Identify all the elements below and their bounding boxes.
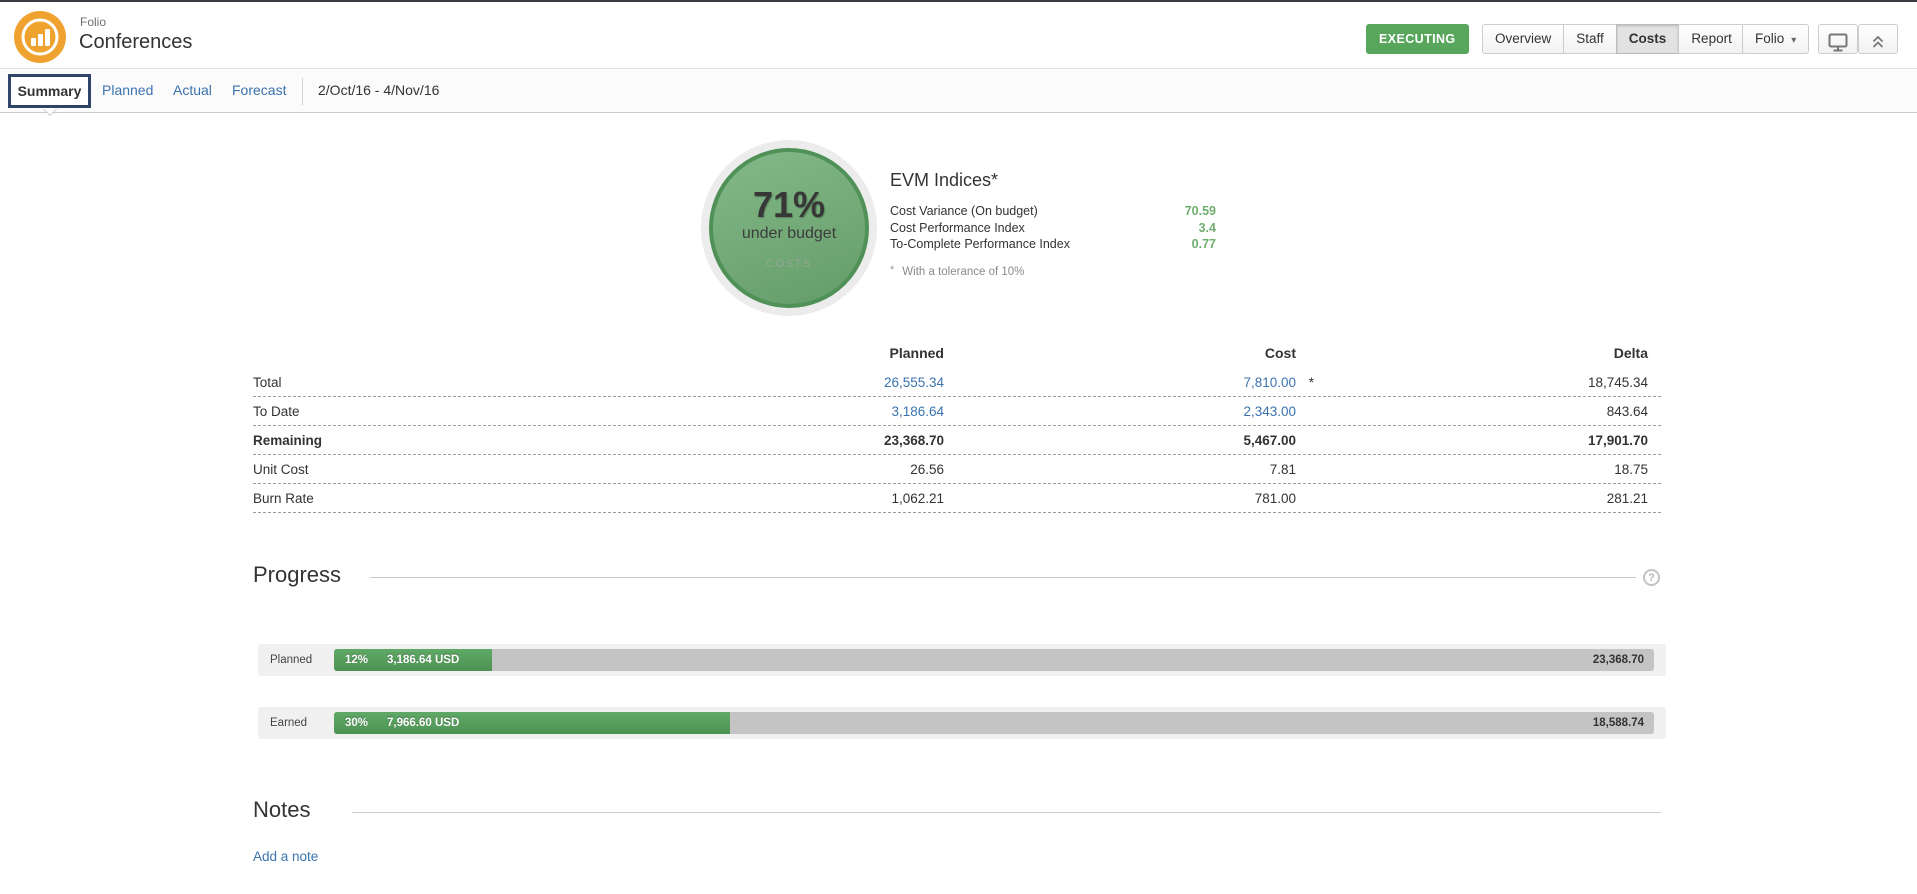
evm-value: 0.77	[1192, 236, 1216, 253]
burnrate-cost: 781.00	[1255, 484, 1296, 513]
evm-value: 70.59	[1185, 203, 1216, 220]
row-label: Unit Cost	[253, 455, 309, 484]
nav-button-costs[interactable]: Costs	[1616, 24, 1680, 54]
caret-down-icon: ▾	[1791, 35, 1796, 46]
header-icon-button-group	[1818, 24, 1898, 54]
costs-gauge-inner: 71% under budget COSTS	[709, 148, 869, 308]
subnav-divider	[302, 78, 303, 105]
evm-value: 3.4	[1199, 220, 1216, 237]
bar-label-planned: Planned	[270, 644, 312, 676]
total-cost-link[interactable]: 7,810.00	[1243, 368, 1296, 397]
nav-button-staff[interactable]: Staff	[1563, 24, 1617, 54]
unitcost-planned: 26.56	[910, 455, 944, 484]
bar-amount: 7,966.60 USD	[387, 717, 459, 729]
gauge-percent: 71%	[753, 187, 825, 223]
page-title: Conferences	[79, 31, 192, 54]
bar-track: 12% 3,186.64 USD 23,368.70	[334, 649, 1654, 671]
notes-divider	[352, 812, 1661, 813]
notes-section-title: Notes	[253, 797, 310, 823]
evm-label: Cost Variance (On budget)	[890, 203, 1038, 220]
remaining-cost: 5,467.00	[1243, 426, 1296, 455]
burnrate-planned: 1,062.21	[891, 484, 944, 513]
bar-remaining-value: 23,368.70	[1593, 649, 1644, 671]
tab-summary[interactable]: Summary	[8, 74, 91, 108]
evm-footnote: * With a tolerance of 10%	[890, 266, 1216, 278]
bar-percent: 12%	[345, 654, 368, 666]
column-header-cost: Cost	[1265, 342, 1296, 364]
table-row-remaining: Remaining 23,368.70 5,467.00 17,901.70	[253, 426, 1661, 455]
row-label: Remaining	[253, 426, 322, 455]
costs-subnav: Summary Planned Actual Forecast 2/Oct/16…	[0, 68, 1917, 113]
date-range: 2/Oct/16 - 4/Nov/16	[318, 82, 439, 98]
total-planned-link[interactable]: 26,555.34	[884, 368, 944, 397]
table-row-unit-cost: Unit Cost 26.56 7.81 18.75	[253, 455, 1661, 484]
cost-asterisk: *	[1309, 368, 1314, 397]
row-label: Burn Rate	[253, 484, 314, 513]
bar-track: 30% 7,966.60 USD 18,588.74	[334, 712, 1654, 734]
gauge-caption: COSTS	[766, 258, 811, 270]
collapse-button[interactable]	[1858, 24, 1898, 54]
footnote-text: With a tolerance of 10%	[902, 266, 1024, 278]
column-header-delta: Delta	[1614, 342, 1648, 364]
folio-menu-button[interactable]: Folio ▾	[1742, 24, 1809, 54]
header: Folio Conferences EXECUTING Overview Sta…	[0, 2, 1917, 68]
evm-row-tcpi: To-Complete Performance Index 0.77	[890, 236, 1216, 253]
total-delta: 18,745.34	[1588, 368, 1648, 397]
unitcost-delta: 18.75	[1614, 455, 1648, 484]
todate-planned-link[interactable]: 3,186.64	[891, 397, 944, 426]
chevrons-up-icon	[1870, 33, 1886, 51]
bar-percent: 30%	[345, 717, 368, 729]
table-row-burn-rate: Burn Rate 1,062.21 781.00 281.21	[253, 484, 1661, 513]
bar-label-earned: Earned	[270, 707, 307, 739]
todate-cost-link[interactable]: 2,343.00	[1243, 397, 1296, 426]
table-row-to-date: To Date 3,186.64 2,343.00 843.64	[253, 397, 1661, 426]
progress-bar-earned: Earned 30% 7,966.60 USD 18,588.74	[258, 707, 1666, 739]
monitor-icon	[1827, 32, 1849, 52]
progress-divider	[370, 577, 1636, 578]
row-label: To Date	[253, 397, 300, 426]
table-header-row: Planned Cost Delta	[253, 342, 1661, 368]
status-badge[interactable]: EXECUTING	[1366, 24, 1469, 54]
evm-label: To-Complete Performance Index	[890, 236, 1070, 253]
burnrate-delta: 281.21	[1607, 484, 1648, 513]
tab-summary-label: Summary	[18, 83, 82, 99]
remaining-delta: 17,901.70	[1588, 426, 1648, 455]
cost-summary-table: Planned Cost Delta Total 26,555.34 7,810…	[253, 342, 1661, 513]
costs-gauge: 71% under budget COSTS	[701, 140, 877, 316]
unitcost-cost: 7.81	[1270, 455, 1296, 484]
help-icon[interactable]: ?	[1643, 569, 1660, 586]
tab-planned[interactable]: Planned	[102, 82, 153, 98]
evm-indices-panel: EVM Indices* Cost Variance (On budget) 7…	[890, 170, 1216, 278]
active-tab-caret	[43, 108, 57, 115]
footnote-marker: *	[890, 264, 894, 276]
bar-fill-earned: 30% 7,966.60 USD	[334, 712, 730, 734]
table-row-total: Total 26,555.34 7,810.00 * 18,745.34	[253, 368, 1661, 397]
nav-button-report[interactable]: Report	[1678, 24, 1745, 54]
evm-title: EVM Indices*	[890, 170, 1216, 191]
product-label: Folio	[80, 15, 106, 29]
tab-actual[interactable]: Actual	[173, 82, 212, 98]
bar-amount: 3,186.64 USD	[387, 654, 459, 666]
header-nav-button-group: Overview Staff Costs Report	[1482, 24, 1745, 54]
evm-row-cost-variance: Cost Variance (On budget) 70.59	[890, 203, 1216, 220]
gauge-label: under budget	[742, 225, 836, 243]
bar-remaining-value: 18,588.74	[1593, 712, 1644, 734]
column-header-planned: Planned	[890, 342, 944, 364]
remaining-planned: 23,368.70	[884, 426, 944, 455]
evm-label: Cost Performance Index	[890, 220, 1025, 237]
nav-button-overview[interactable]: Overview	[1482, 24, 1564, 54]
bar-fill-planned: 12% 3,186.64 USD	[334, 649, 492, 671]
tab-forecast[interactable]: Forecast	[232, 82, 286, 98]
evm-row-cpi: Cost Performance Index 3.4	[890, 220, 1216, 237]
folio-menu-label: Folio	[1755, 31, 1784, 46]
row-label: Total	[253, 368, 282, 397]
add-note-link[interactable]: Add a note	[253, 849, 318, 864]
progress-section-title: Progress	[253, 562, 341, 588]
todate-delta: 843.64	[1607, 397, 1648, 426]
monitor-button[interactable]	[1818, 24, 1858, 54]
progress-bar-planned: Planned 12% 3,186.64 USD 23,368.70	[258, 644, 1666, 676]
folio-logo-icon	[14, 11, 66, 63]
